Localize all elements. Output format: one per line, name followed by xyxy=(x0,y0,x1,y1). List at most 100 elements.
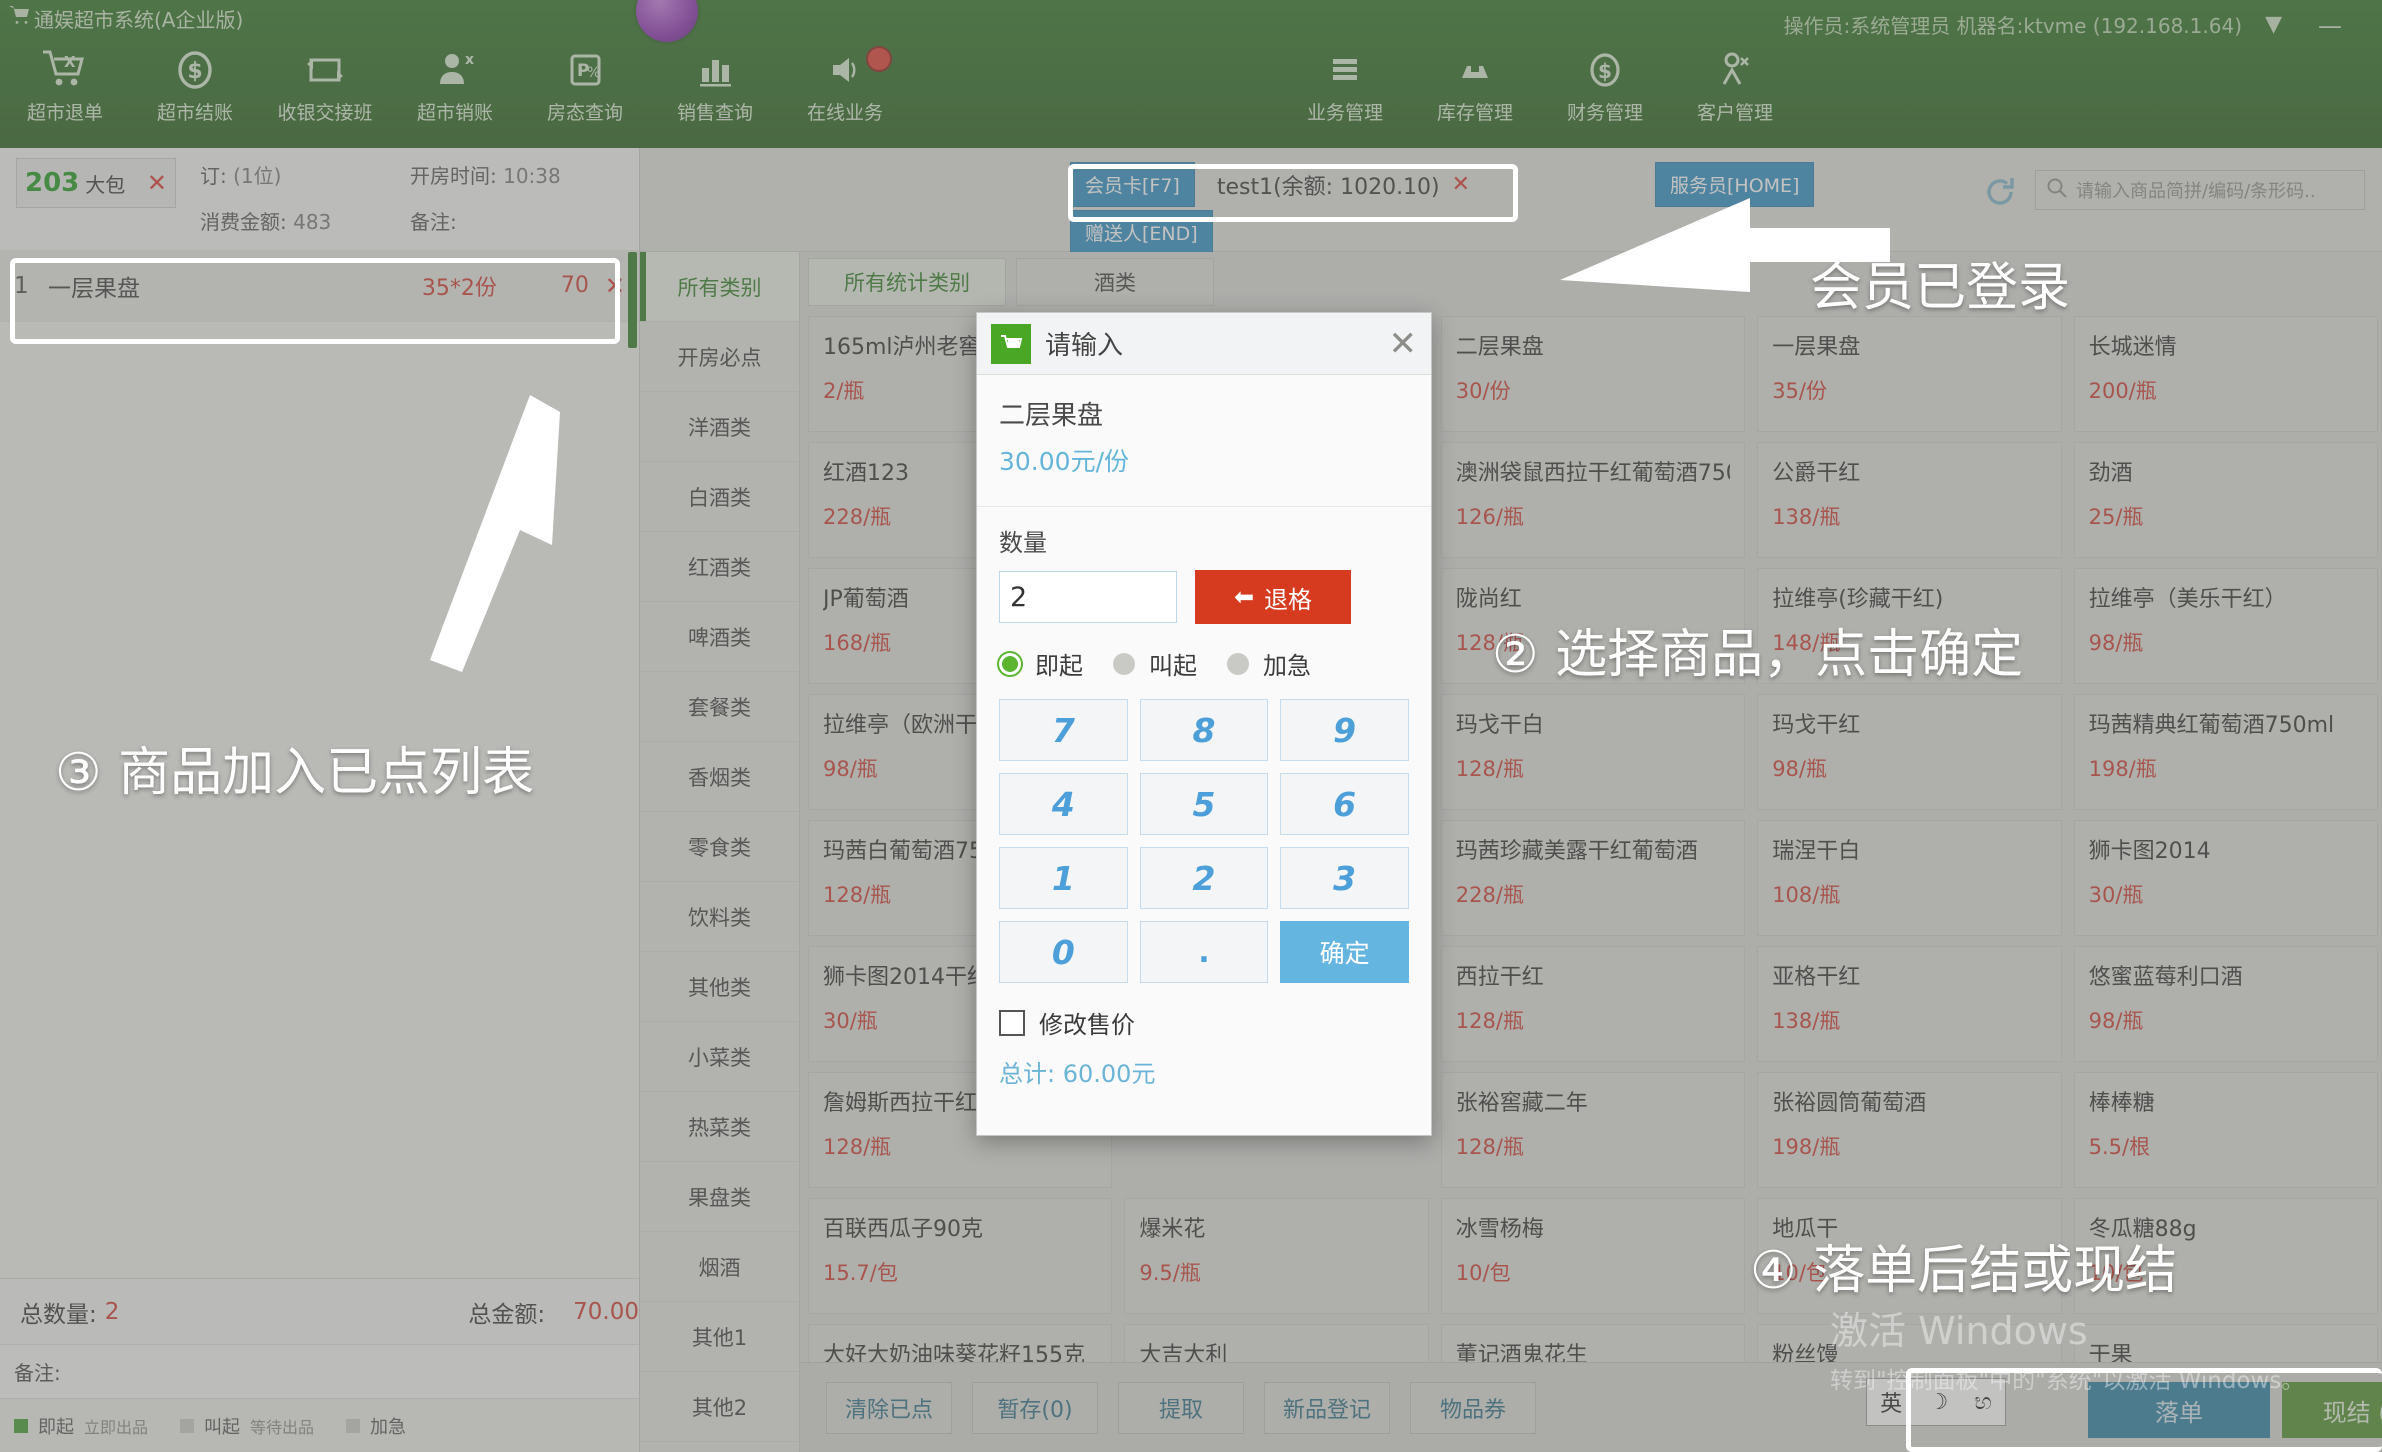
subcategory-tab-1[interactable]: 酒类 xyxy=(1016,258,1214,306)
close-icon[interactable]: ✕ xyxy=(1389,327,1418,361)
toolbar-item-2[interactable]: 收银交接班 xyxy=(260,44,390,125)
category-item-12[interactable]: 热菜类 xyxy=(640,1092,799,1162)
subcategory-tab-0[interactable]: 所有统计类别 xyxy=(808,258,1006,306)
radio-immediate[interactable] xyxy=(999,652,1021,675)
room-chip[interactable]: 203 大包 ✕ xyxy=(16,158,176,208)
modify-price-row[interactable]: 修改售价 xyxy=(999,1005,1409,1040)
category-item-7[interactable]: 香烟类 xyxy=(640,742,799,812)
settle-now-button[interactable]: 现结 (F11) xyxy=(2282,1382,2382,1438)
close-icon[interactable]: ✕ xyxy=(147,169,167,197)
product-card-36[interactable]: 爆米花 9.5/瓶 xyxy=(1124,1198,1429,1314)
toolbar-item-7[interactable]: 业务管理 xyxy=(1280,44,1410,125)
category-item-13[interactable]: 果盘类 xyxy=(640,1162,799,1232)
product-card-17[interactable]: 玛戈干白 128/瓶 xyxy=(1440,694,1746,810)
remark-input[interactable]: 备注: xyxy=(0,1344,639,1398)
product-card-7[interactable]: 澳洲袋鼠西拉干红葡萄酒750ml 126/瓶 xyxy=(1440,442,1746,558)
bottom-action-1[interactable]: 暂存(0) xyxy=(972,1381,1098,1434)
close-icon[interactable]: ✕ xyxy=(605,272,625,300)
toolbar-item-6[interactable]: 在线业务 xyxy=(780,44,910,125)
radio-rush[interactable] xyxy=(346,1418,361,1433)
product-card-23[interactable]: 瑞涅干白 108/瓶 xyxy=(1757,820,2062,936)
product-card-38[interactable]: 地瓜干 10/包 xyxy=(1757,1198,2062,1314)
keypad-key-4[interactable]: 4 xyxy=(999,773,1128,835)
category-item-1[interactable]: 开房必点 xyxy=(640,322,799,392)
toolbar-item-0[interactable]: X 超市退单 xyxy=(0,44,130,125)
scrollbar-thumb[interactable] xyxy=(628,252,637,348)
category-item-17[interactable]: 二级目录 xyxy=(640,1442,799,1452)
close-icon[interactable]: ✕ xyxy=(1452,172,1470,197)
keypad-key-dot[interactable]: . xyxy=(1139,921,1269,983)
product-card-4[interactable]: 长城迷情 200/瓶 xyxy=(2073,316,2378,432)
ime-indicator[interactable]: 英 ☽ භ xyxy=(1866,1378,2006,1426)
category-item-0[interactable]: 所有类别 xyxy=(640,252,799,322)
product-card-34[interactable]: 棒棒糖 5.5/根 xyxy=(2073,1072,2378,1188)
product-card-18[interactable]: 玛戈干红 98/瓶 xyxy=(1757,694,2062,810)
toolbar-item-9[interactable]: $ 财务管理 xyxy=(1540,44,1670,125)
product-card-33[interactable]: 张裕圆筒葡萄酒 198/瓶 xyxy=(1757,1072,2062,1188)
keypad-key-1[interactable]: 1 xyxy=(999,847,1128,909)
product-card-2[interactable]: 二层果盘 30/份 xyxy=(1440,316,1746,432)
product-card-12[interactable]: 陇尚红 128/瓶 xyxy=(1440,568,1746,684)
confirm-button[interactable]: 确定 xyxy=(1280,921,1409,983)
category-item-16[interactable]: 其他2 xyxy=(640,1372,799,1442)
search-input[interactable]: 请输入商品简拼/编码/条形码.. xyxy=(2035,170,2365,210)
bottom-action-4[interactable]: 物品券 xyxy=(1410,1381,1536,1434)
product-card-9[interactable]: 劲酒 25/瓶 xyxy=(2073,442,2378,558)
toolbar-item-10[interactable]: 客户管理 xyxy=(1670,44,1800,125)
backspace-button[interactable]: ⬅ 退格 xyxy=(1195,570,1351,624)
product-card-27[interactable]: 西拉干红 128/瓶 xyxy=(1440,946,1746,1062)
keypad-key-6[interactable]: 6 xyxy=(1280,773,1409,835)
quantity-input[interactable]: 2 xyxy=(999,571,1177,623)
product-card-35[interactable]: 百联西瓜子90克 15.7/包 xyxy=(808,1198,1113,1314)
keypad-key-2[interactable]: 2 xyxy=(1139,847,1269,909)
toolbar-item-4[interactable]: P% 房态查询 xyxy=(520,44,650,125)
category-item-11[interactable]: 小菜类 xyxy=(640,1022,799,1092)
category-item-2[interactable]: 洋酒类 xyxy=(640,392,799,462)
product-card-39[interactable]: 冬瓜糖88g 10/包 xyxy=(2073,1198,2378,1314)
radio-immediate[interactable] xyxy=(14,1418,28,1433)
waiter-button[interactable]: 服务员[HOME] xyxy=(1655,162,1815,207)
radio-rush[interactable] xyxy=(1227,652,1249,675)
toolbar-item-8[interactable]: 库存管理 xyxy=(1410,44,1540,125)
product-card-37[interactable]: 冰雪杨梅 10/包 xyxy=(1440,1198,1746,1314)
bottom-action-0[interactable]: 清除已点 xyxy=(826,1381,952,1434)
category-item-6[interactable]: 套餐类 xyxy=(640,672,799,742)
keypad-key-8[interactable]: 8 xyxy=(1139,699,1269,761)
toolbar-item-5[interactable]: 销售查询 xyxy=(650,44,780,125)
minimize-icon[interactable]: — xyxy=(2318,12,2342,40)
gift-person-button[interactable]: 赠送人[END] xyxy=(1070,210,1213,255)
chevron-down-icon[interactable]: ▼ xyxy=(2265,12,2282,37)
bottom-action-3[interactable]: 新品登记 xyxy=(1264,1381,1390,1434)
radio-oncall[interactable] xyxy=(180,1418,195,1433)
bottom-action-2[interactable]: 提取 xyxy=(1118,1381,1244,1434)
product-card-19[interactable]: 玛茜精典红葡萄酒750ml 198/瓶 xyxy=(2073,694,2378,810)
keypad-key-5[interactable]: 5 xyxy=(1139,773,1269,835)
category-item-9[interactable]: 饮料类 xyxy=(640,882,799,952)
keypad-key-0[interactable]: 0 xyxy=(999,921,1128,983)
category-item-15[interactable]: 其他1 xyxy=(640,1302,799,1372)
product-card-28[interactable]: 亚格干红 138/瓶 xyxy=(1757,946,2062,1062)
toolbar-item-3[interactable]: x 超市销账 xyxy=(390,44,520,125)
category-item-5[interactable]: 啤酒类 xyxy=(640,602,799,672)
category-item-14[interactable]: 烟酒 xyxy=(640,1232,799,1302)
category-item-8[interactable]: 零食类 xyxy=(640,812,799,882)
product-card-3[interactable]: 一层果盘 35/份 xyxy=(1757,316,2062,432)
category-item-3[interactable]: 白酒类 xyxy=(640,462,799,532)
product-card-8[interactable]: 公爵干红 138/瓶 xyxy=(1757,442,2062,558)
product-card-14[interactable]: 拉维亭（美乐干红） 98/瓶 xyxy=(2073,568,2378,684)
modify-price-checkbox[interactable] xyxy=(999,1009,1025,1036)
refresh-icon[interactable] xyxy=(1980,172,2020,216)
product-card-22[interactable]: 玛茜珍藏美露干红葡萄酒 228/瓶 xyxy=(1440,820,1746,936)
submit-order-button[interactable]: 落单 xyxy=(2088,1382,2270,1438)
product-card-32[interactable]: 张裕窖藏二年 128/瓶 xyxy=(1440,1072,1746,1188)
keypad-key-9[interactable]: 9 xyxy=(1280,699,1409,761)
product-card-24[interactable]: 狮卡图2014 30/瓶 xyxy=(2073,820,2378,936)
toolbar-item-1[interactable]: $ 超市结账 xyxy=(130,44,260,125)
keypad-key-7[interactable]: 7 xyxy=(999,699,1128,761)
radio-oncall[interactable] xyxy=(1113,652,1135,675)
keypad-key-3[interactable]: 3 xyxy=(1280,847,1409,909)
category-item-4[interactable]: 红酒类 xyxy=(640,532,799,602)
table-row[interactable]: 1 一层果盘 35*2份 70 ✕ xyxy=(0,250,639,322)
product-card-29[interactable]: 悠蜜蓝莓利口酒 98/瓶 xyxy=(2073,946,2378,1062)
product-card-13[interactable]: 拉维亭(珍藏干红) 148/瓶 xyxy=(1757,568,2062,684)
